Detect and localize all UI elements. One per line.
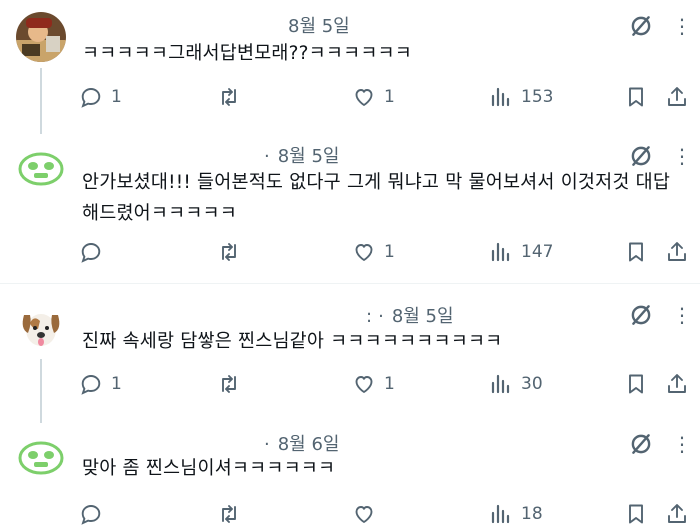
share-button[interactable] [665, 82, 689, 112]
action-bar: 1 1 153 [0, 82, 700, 112]
reply-button[interactable]: 1 [79, 369, 122, 399]
like-count: 1 [384, 374, 395, 394]
tweet-date[interactable]: · 8월 5일 [264, 142, 339, 168]
views-icon [491, 242, 510, 262]
views-icon [491, 374, 510, 394]
repost-icon [222, 243, 236, 261]
views-count: 30 [521, 374, 543, 394]
tweet-date[interactable]: 8월 5일 [288, 12, 350, 38]
tweet-date[interactable]: : · 8월 5일 [366, 302, 454, 328]
bookmark-button[interactable] [624, 82, 648, 112]
share-icon [668, 87, 686, 106]
views-button[interactable]: 153 [489, 82, 553, 112]
reply-icon [81, 88, 101, 108]
bookmark-icon [629, 242, 643, 262]
tweet-text: 맞아 좀 찐스님이셔ㅋㅋㅋㅋㅋㅋ [82, 458, 336, 479]
views-count: 147 [521, 242, 554, 262]
bookmark-button[interactable] [624, 369, 648, 399]
like-count: 1 [384, 87, 395, 107]
grok-icon[interactable] [628, 302, 654, 328]
reply-button[interactable]: 1 [79, 82, 122, 112]
like-count: 1 [384, 242, 395, 262]
avatar-green-character[interactable] [16, 142, 66, 192]
avatar-green-character[interactable] [16, 431, 66, 481]
bookmark-icon [629, 374, 643, 394]
share-icon [668, 504, 686, 523]
more-options-icon[interactable]: ⋮ [672, 146, 692, 166]
tweet-4[interactable]: · 8월 6일 ⋮ 맞아 좀 찐스님이셔ㅋㅋㅋㅋㅋㅋ 18 [0, 420, 700, 525]
views-icon [491, 87, 510, 107]
views-button[interactable]: 30 [489, 369, 543, 399]
avatar-dog[interactable] [16, 303, 66, 353]
action-bar: 1 147 [0, 237, 700, 267]
reply-button[interactable] [79, 237, 111, 267]
repost-icon [222, 375, 236, 393]
more-options-icon[interactable]: ⋮ [672, 16, 692, 36]
reply-icon [81, 243, 101, 263]
share-icon [668, 242, 686, 261]
views-count: 18 [521, 504, 543, 524]
tweet-text: 진짜 속세랑 담쌓은 찐스님같아 ㅋㅋㅋㅋㅋㅋㅋㅋㅋㅋ [82, 331, 503, 352]
tweet-2[interactable]: · 8월 5일 ⋮ 안가보셨대!!! 들어본적도 없다구 그게 뭐냐고 막 물어보… [0, 130, 700, 280]
heart-icon [355, 244, 373, 261]
views-count: 153 [521, 87, 554, 107]
divider [0, 283, 700, 284]
repost-button[interactable] [217, 237, 249, 267]
bookmark-icon [629, 504, 643, 524]
avatar-photo[interactable] [16, 12, 66, 62]
grok-icon[interactable] [628, 13, 654, 39]
heart-icon [355, 376, 373, 393]
bookmark-button[interactable] [624, 237, 648, 267]
reply-icon [81, 505, 101, 525]
heart-icon [355, 506, 373, 523]
tweet-text: ㅋㅋㅋㅋㅋ그래서답변모래??ㅋㅋㅋㅋㅋㅋ [82, 43, 412, 64]
share-button[interactable] [665, 369, 689, 399]
reply-icon [81, 375, 101, 395]
like-button[interactable]: 1 [352, 82, 395, 112]
more-options-icon[interactable]: ⋮ [672, 305, 692, 325]
like-button[interactable]: 1 [352, 237, 395, 267]
views-icon [491, 504, 510, 524]
share-button[interactable] [665, 237, 689, 267]
grok-icon[interactable] [628, 143, 654, 169]
tweet-text: 안가보셨대!!! 들어본적도 없다구 그게 뭐냐고 막 물어보셔서 이것저것 대… [82, 172, 671, 224]
bookmark-icon [629, 87, 643, 107]
repost-icon [222, 88, 236, 106]
like-button[interactable]: 1 [352, 369, 395, 399]
views-button[interactable]: 147 [489, 237, 553, 267]
action-bar: 1 1 30 [0, 369, 700, 399]
tweet-3[interactable]: : · 8월 5일 ⋮ 진짜 속세랑 담쌓은 찐스님같아 ㅋㅋㅋㅋㅋㅋㅋㅋㅋㅋ 1 … [0, 290, 700, 423]
tweet-1[interactable]: 8월 5일 ⋮ ㅋㅋㅋㅋㅋ그래서답변모래??ㅋㅋㅋㅋㅋㅋ 1 1 153 [0, 0, 700, 134]
reply-count: 1 [111, 87, 122, 107]
share-icon [668, 374, 686, 393]
repost-button[interactable] [217, 82, 249, 112]
repost-button[interactable] [217, 369, 249, 399]
reply-count: 1 [111, 374, 122, 394]
repost-icon [222, 505, 236, 523]
more-options-icon[interactable]: ⋮ [672, 434, 692, 454]
heart-icon [355, 89, 373, 106]
